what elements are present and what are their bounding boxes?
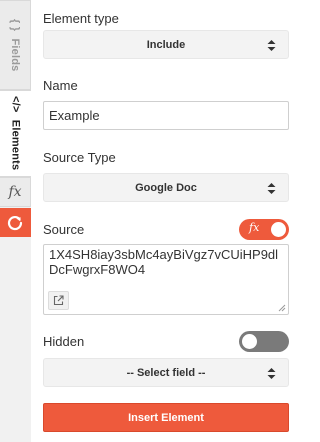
hidden-field-placeholder: -- Select field -- xyxy=(126,366,206,379)
tab-functions[interactable]: fx xyxy=(0,177,31,207)
element-type-value: Include xyxy=(146,38,186,51)
braces-icon: { } xyxy=(9,18,21,31)
tab-fields[interactable]: { } Fields xyxy=(0,0,31,90)
source-label: Source xyxy=(43,222,85,237)
name-label: Name xyxy=(43,78,78,93)
function-icon: fx xyxy=(249,221,260,234)
source-type-value: Google Doc xyxy=(135,181,197,194)
hidden-label: Hidden xyxy=(43,334,85,349)
source-formula-toggle[interactable]: fx xyxy=(239,219,289,240)
resize-handle-icon[interactable] xyxy=(278,304,286,312)
insert-element-button[interactable]: Insert Element xyxy=(43,403,289,432)
hidden-toggle[interactable] xyxy=(239,331,289,352)
name-input-value: Example xyxy=(49,108,100,123)
source-value: 1X4SH8iay3sbMc4ayBiVgz7vCUiHP9dlDcFwgrxF… xyxy=(49,247,279,277)
source-textarea[interactable]: 1X4SH8iay3sbMc4ayBiVgz7vCUiHP9dlDcFwgrxF… xyxy=(43,244,289,315)
app-panel: { } Fields </> Elements fx Element type … xyxy=(0,0,302,442)
hidden-field-select[interactable]: -- Select field -- xyxy=(43,358,289,387)
select-caret-icon xyxy=(267,183,276,194)
open-external-icon xyxy=(53,295,64,306)
element-type-select[interactable]: Include xyxy=(43,30,289,59)
refresh-icon xyxy=(7,215,23,230)
name-input[interactable]: Example xyxy=(43,101,289,130)
source-type-select[interactable]: Google Doc xyxy=(43,173,289,202)
tab-rail: { } Fields </> Elements fx xyxy=(0,0,31,442)
tab-fields-label: Fields xyxy=(9,38,21,72)
toggle-knob xyxy=(242,334,257,349)
element-type-label: Element type xyxy=(43,11,119,26)
open-external-button[interactable] xyxy=(48,291,69,310)
select-caret-icon xyxy=(267,40,276,51)
tab-elements-label: Elements xyxy=(9,120,22,171)
function-icon: fx xyxy=(8,184,22,200)
refresh-button[interactable] xyxy=(0,208,31,237)
source-type-label: Source Type xyxy=(43,150,116,165)
tab-elements[interactable]: </> Elements xyxy=(0,90,31,177)
select-caret-icon xyxy=(267,368,276,379)
code-icon: </> xyxy=(9,96,22,113)
toggle-knob xyxy=(271,222,286,237)
